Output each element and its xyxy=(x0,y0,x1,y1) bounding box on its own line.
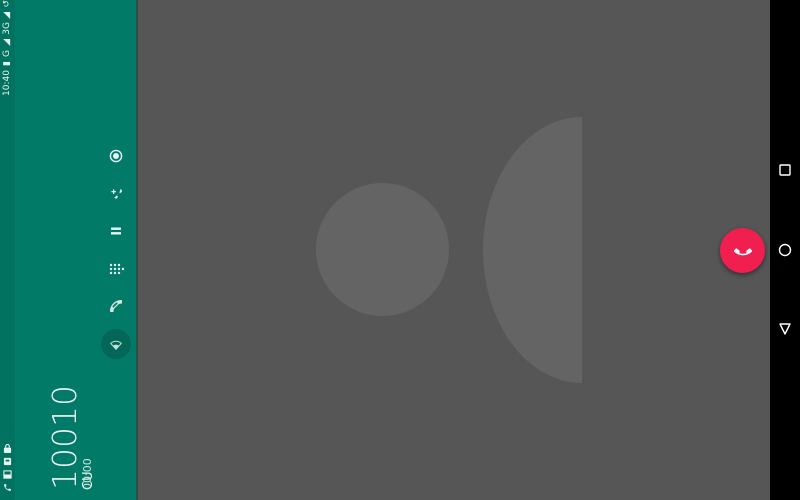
hold-icon xyxy=(111,227,121,235)
mute-button[interactable] xyxy=(101,291,131,321)
call-actions xyxy=(101,141,131,366)
speaker-button[interactable] xyxy=(101,328,131,359)
status-notifications xyxy=(1,444,14,492)
hold-button[interactable] xyxy=(101,216,131,246)
caller-number: 10010 xyxy=(45,385,84,490)
sim-icon xyxy=(3,470,12,479)
phone-icon xyxy=(4,484,11,491)
recents-button[interactable] xyxy=(775,160,795,180)
contact-avatar-body xyxy=(483,117,582,383)
network-label-g: G xyxy=(2,50,13,58)
status-bar-info: 10:40 ▮ G ◢ 3G ◢ ↺ xyxy=(0,0,15,108)
dialpad-button[interactable] xyxy=(101,254,131,284)
home-button[interactable] xyxy=(775,240,795,260)
dialpad-icon xyxy=(109,263,124,274)
signal-icon: ◢ xyxy=(2,11,13,19)
clock: 10:40 xyxy=(2,70,13,96)
record-icon xyxy=(109,149,123,163)
end-call-icon xyxy=(733,247,752,255)
mute-icon xyxy=(110,300,122,312)
signal-icon: ◢ xyxy=(2,39,13,47)
notification-icon xyxy=(3,457,12,466)
home-icon xyxy=(778,243,792,257)
end-call-button[interactable] xyxy=(720,228,765,273)
add-call-icon xyxy=(111,188,123,199)
lock-icon xyxy=(3,444,12,453)
back-button[interactable] xyxy=(775,319,795,339)
back-icon xyxy=(779,323,791,335)
in-call-screen: 10:40 ▮ G ◢ 3G ◢ ↺ CU 10010 00:00 xyxy=(0,0,800,500)
navigation-bar xyxy=(770,0,800,500)
record-button[interactable] xyxy=(101,141,131,171)
battery-icon: ▮ xyxy=(2,61,13,67)
call-timer: 00:00 xyxy=(81,458,94,490)
panel-divider xyxy=(136,0,138,500)
caller-info: CU 10010 00:00 xyxy=(30,385,96,490)
add-call-button[interactable] xyxy=(101,179,131,209)
call-forward-icon: ↺ xyxy=(2,0,13,8)
recents-icon xyxy=(779,164,791,176)
network-label-3g: 3G xyxy=(2,22,13,36)
speaker-icon xyxy=(110,340,122,350)
contact-avatar-head xyxy=(316,183,449,316)
